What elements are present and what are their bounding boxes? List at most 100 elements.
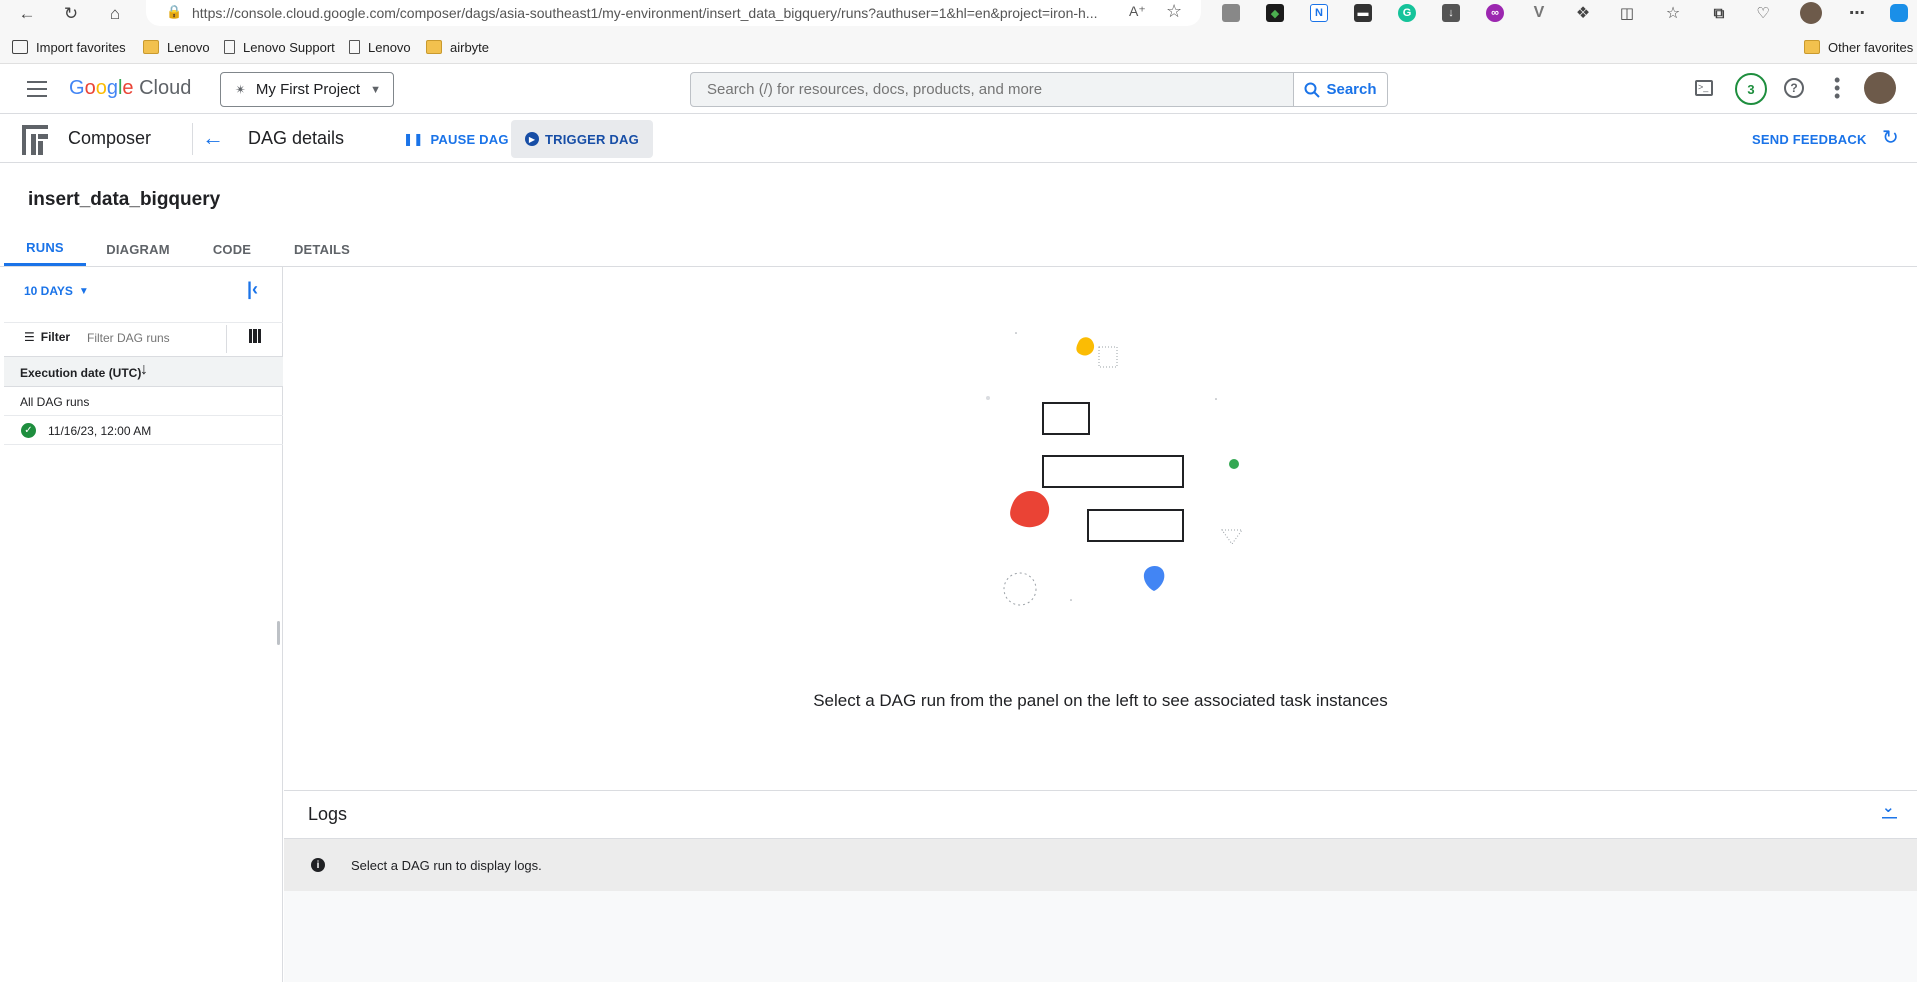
bookmark-lenovo-support[interactable]: Lenovo Support	[224, 37, 335, 57]
reload-icon[interactable]: ↻	[60, 3, 82, 25]
pause-label: PAUSE DAG	[430, 131, 509, 147]
cloud-shell-icon[interactable]: >_	[1695, 80, 1713, 96]
extensions-puzzle-icon[interactable]: ❖	[1574, 4, 1592, 22]
tab-runs[interactable]: RUNS	[4, 232, 86, 266]
search-label: Search	[1326, 81, 1377, 98]
column-display-icon[interactable]	[249, 329, 261, 343]
send-feedback-button[interactable]: SEND FEEDBACK	[1738, 120, 1881, 158]
folder-icon	[143, 40, 159, 54]
chevron-down-icon: ▼	[370, 83, 381, 96]
notifications-badge[interactable]: 3	[1735, 73, 1767, 105]
bookmark-airbyte[interactable]: airbyte	[426, 37, 489, 57]
read-aloud-icon[interactable]: A⁺	[1129, 3, 1146, 20]
search-input[interactable]	[691, 73, 1293, 106]
favorites-icon[interactable]: ☆	[1664, 4, 1682, 22]
success-check-icon: ✓	[21, 423, 36, 438]
url-text: https://console.cloud.google.com/compose…	[192, 5, 1098, 21]
extension-n-icon[interactable]: N	[1310, 4, 1328, 22]
back-icon[interactable]: ←	[16, 3, 38, 25]
logs-title: Logs	[308, 804, 348, 824]
bookmark-label: Other favorites	[1828, 39, 1914, 55]
pause-dag-button[interactable]: ❚❚ PAUSE DAG	[389, 120, 523, 158]
filter-icon: ☰	[24, 330, 35, 344]
grammarly-icon[interactable]: G	[1398, 4, 1416, 22]
table-row[interactable]: ✓ 11/16/23, 12:00 AM	[4, 416, 283, 445]
page-icon	[349, 40, 360, 54]
bookmark-other-favorites[interactable]: Other favorites	[1804, 37, 1913, 57]
bookmark-label: Lenovo	[368, 39, 411, 55]
collapse-panel-icon[interactable]: |‹	[247, 279, 258, 300]
extension-terminal-icon[interactable]: ▬	[1354, 4, 1372, 22]
split-screen-icon[interactable]: ◫	[1618, 4, 1636, 22]
logs-info-message: Select a DAG run to display logs.	[351, 858, 542, 873]
collections-add-icon[interactable]: ⧉	[1710, 4, 1728, 22]
project-selector[interactable]: ✴ My First Project ▼	[220, 72, 394, 107]
copilot-icon[interactable]	[1890, 4, 1908, 22]
folder-icon	[426, 40, 442, 54]
all-runs-label: All DAG runs	[20, 395, 90, 409]
extension-green-icon[interactable]: ◆	[1266, 4, 1284, 22]
browser-health-icon[interactable]: ♡	[1754, 4, 1772, 22]
filter-button[interactable]: ☰ Filter	[24, 330, 70, 344]
favorite-star-icon[interactable]: ☆	[1166, 1, 1182, 22]
refresh-icon[interactable]: ↻	[1882, 125, 1899, 150]
extension-purple-icon[interactable]: ∞	[1486, 4, 1504, 22]
bookmark-import-favorites[interactable]: Import favorites	[12, 37, 126, 57]
date-range-label: 10 DAYS	[24, 284, 73, 298]
project-name: My First Project	[255, 81, 361, 98]
filter-input[interactable]	[87, 327, 217, 349]
address-bar[interactable]: 🔒 https://console.cloud.google.com/compo…	[146, 0, 1201, 26]
logs-panel: Logs ⌄ — i Select a DAG run to display lo…	[284, 790, 1917, 982]
bookmark-lenovo[interactable]: Lenovo	[349, 37, 411, 57]
lock-icon[interactable]: 🔒	[166, 4, 182, 20]
collections-icon[interactable]	[1222, 4, 1240, 22]
trigger-dag-button[interactable]: ▶ TRIGGER DAG	[511, 120, 653, 158]
extension-v-icon[interactable]: V	[1530, 4, 1548, 22]
tab-diagram[interactable]: DIAGRAM	[98, 232, 178, 266]
empty-state-message: Select a DAG run from the panel on the l…	[813, 691, 1388, 710]
sort-arrow-down-icon[interactable]: ↓	[140, 361, 148, 379]
logs-info-banner: i Select a DAG run to display logs.	[284, 839, 1917, 891]
browser-toolbar: ← ↻ ⌂ 🔒 https://console.cloud.google.com…	[0, 0, 1917, 26]
project-icon: ✴	[235, 81, 246, 97]
search-button[interactable]: Search	[1294, 72, 1388, 107]
bookmark-label: Lenovo Support	[243, 39, 335, 55]
settings-more-icon[interactable]: • • •	[1834, 71, 1840, 105]
home-icon[interactable]: ⌂	[104, 3, 126, 25]
main-menu-icon[interactable]	[27, 81, 47, 97]
filter-label: Filter	[40, 330, 71, 344]
divider	[4, 322, 283, 323]
feedback-label: SEND FEEDBACK	[1752, 131, 1867, 147]
all-runs-row[interactable]: All DAG runs	[4, 387, 283, 416]
back-arrow-icon[interactable]: ←	[202, 125, 224, 151]
search-box[interactable]	[690, 72, 1294, 107]
extension-download-icon[interactable]: ↓	[1442, 4, 1460, 22]
bookmark-lenovo-folder[interactable]: Lenovo	[143, 37, 210, 57]
account-avatar[interactable]	[1864, 72, 1896, 104]
import-icon	[12, 40, 28, 54]
google-cloud-logo[interactable]: Google Cloud	[69, 77, 191, 100]
empty-state-illustration	[986, 332, 1243, 606]
info-icon: i	[311, 858, 325, 872]
tab-details[interactable]: DETAILS	[287, 232, 357, 266]
run-date: 11/16/23, 12:00 AM	[48, 424, 152, 438]
table-header[interactable]: Execution date (UTC) ↓	[4, 356, 283, 387]
dag-name: insert_data_bigquery	[28, 189, 221, 210]
composer-logo-icon	[22, 125, 48, 155]
panel-resize-handle[interactable]	[277, 621, 280, 645]
product-name: Composer	[68, 128, 152, 148]
tab-code[interactable]: CODE	[204, 232, 260, 266]
play-icon: ▶	[525, 132, 539, 146]
logs-header: Logs ⌄ —	[284, 791, 1917, 839]
composer-toolbar: Composer ← DAG details ❚❚ PAUSE DAG ▶ TR…	[0, 115, 1917, 163]
profile-avatar[interactable]	[1800, 2, 1822, 24]
date-range-selector[interactable]: 10 DAYS ▼	[24, 284, 89, 298]
help-icon[interactable]: ?	[1784, 78, 1804, 98]
more-menu-icon[interactable]: ⋯	[1848, 4, 1866, 22]
pause-icon: ❚❚	[403, 132, 424, 146]
bookmark-label: airbyte	[450, 39, 490, 55]
page-icon	[224, 40, 235, 54]
chevron-down-icon: ▼	[78, 285, 89, 297]
collapse-logs-icon[interactable]: ⌄ —	[1882, 800, 1897, 825]
bookmark-label: Lenovo	[167, 39, 210, 55]
